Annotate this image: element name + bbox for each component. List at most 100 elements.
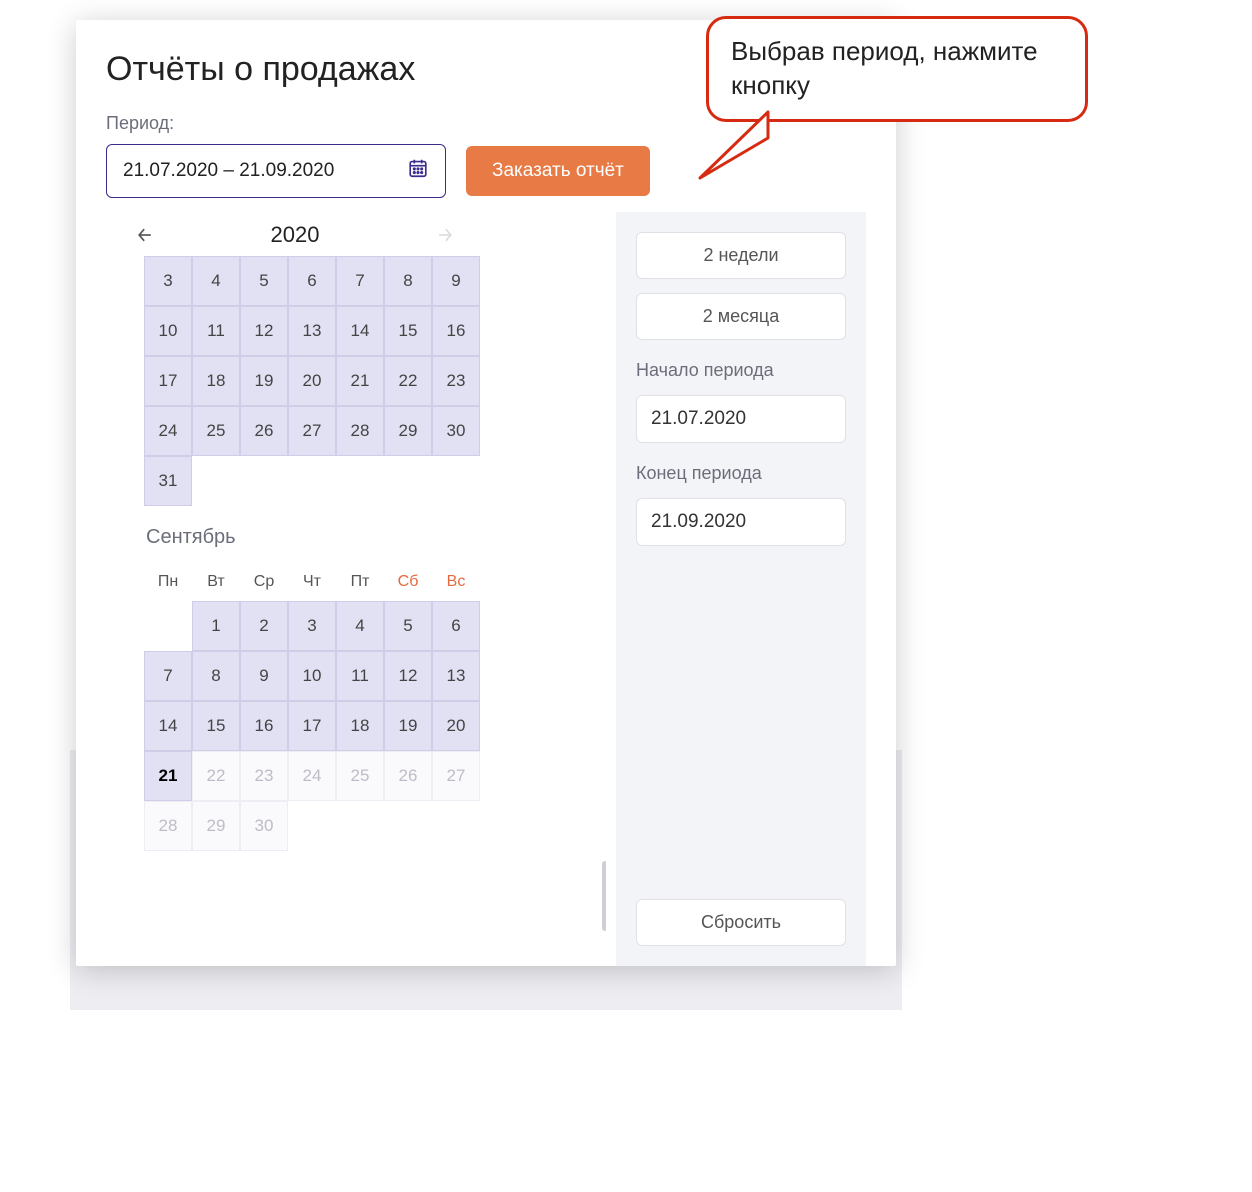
calendar-day[interactable]: 15 [384, 306, 432, 356]
calendar-day: 27 [432, 751, 480, 801]
calendar-day[interactable]: 16 [240, 701, 288, 751]
calendar-day[interactable]: 20 [432, 701, 480, 751]
calendar-day[interactable]: 21 [336, 356, 384, 406]
calendar-day [336, 456, 384, 506]
period-end-label: Конец периода [636, 463, 846, 484]
calendar-day: 26 [384, 751, 432, 801]
calendar-day[interactable]: 17 [144, 356, 192, 406]
calendar-day[interactable]: 13 [288, 306, 336, 356]
weekday-label: Чт [288, 563, 336, 601]
calendar-day[interactable]: 22 [384, 356, 432, 406]
date-range-value: 21.07.2020 – 21.09.2020 [123, 160, 334, 182]
calendar-day[interactable]: 17 [288, 701, 336, 751]
calendar-day[interactable]: 12 [384, 651, 432, 701]
calendar-day[interactable]: 8 [384, 256, 432, 306]
calendar-icon [407, 157, 429, 185]
weekday-label: Ср [240, 563, 288, 601]
calendar-day[interactable]: 25 [192, 406, 240, 456]
calendar-day[interactable]: 3 [288, 601, 336, 651]
calendar-area: 2020 34567891011121314151617181920212223… [106, 212, 616, 966]
calendar-day[interactable]: 9 [240, 651, 288, 701]
date-picker-popup: 2020 34567891011121314151617181920212223… [106, 212, 866, 966]
date-picker-sidebar: 2 недели 2 месяца Начало периода 21.07.2… [616, 212, 866, 966]
scrollbar-thumb[interactable] [602, 861, 606, 931]
calendar-day[interactable]: 18 [192, 356, 240, 406]
calendar-day[interactable]: 7 [336, 256, 384, 306]
calendar-day[interactable]: 26 [240, 406, 288, 456]
calendar-day[interactable]: 21 [144, 751, 192, 801]
year-row: 2020 [126, 222, 496, 256]
calendar-day[interactable]: 18 [336, 701, 384, 751]
calendar-day[interactable]: 1 [192, 601, 240, 651]
callout-bubble: Выбрав период, нажмите кнопку [706, 16, 1088, 122]
weekday-label: Пн [144, 563, 192, 601]
calendar-day[interactable]: 2 [240, 601, 288, 651]
calendar-day[interactable]: 29 [384, 406, 432, 456]
calendar-day[interactable]: 30 [432, 406, 480, 456]
calendar-day[interactable]: 24 [144, 406, 192, 456]
calendar-day[interactable]: 28 [336, 406, 384, 456]
calendar-day[interactable]: 10 [288, 651, 336, 701]
callout-text: Выбрав период, нажмите кнопку [731, 36, 1038, 100]
preset-2-months-button[interactable]: 2 месяца [636, 293, 846, 340]
calendar-day[interactable]: 14 [336, 306, 384, 356]
calendar-day[interactable]: 15 [192, 701, 240, 751]
calendar-day[interactable]: 5 [240, 256, 288, 306]
weekday-label: Вс [432, 563, 480, 601]
preset-2-weeks-button[interactable]: 2 недели [636, 232, 846, 279]
period-start-label: Начало периода [636, 360, 846, 381]
august-grid: 3456789101112131415161718192021222324252… [144, 256, 594, 506]
calendar-day[interactable]: 6 [432, 601, 480, 651]
year-value: 2020 [271, 222, 320, 248]
calendar-day[interactable]: 5 [384, 601, 432, 651]
calendar-day [432, 456, 480, 506]
next-year-arrow-icon [434, 224, 456, 246]
calendar-day: 28 [144, 801, 192, 851]
weekday-label: Вт [192, 563, 240, 601]
calendar-day: 30 [240, 801, 288, 851]
calendar-day: 24 [288, 751, 336, 801]
calendar-day[interactable]: 14 [144, 701, 192, 751]
callout-tail-icon [690, 108, 770, 188]
calendar-day[interactable]: 4 [336, 601, 384, 651]
calendar-day[interactable]: 12 [240, 306, 288, 356]
period-end-input[interactable]: 21.09.2020 [636, 498, 846, 546]
sales-reports-panel: Отчёты о продажах Период: 21.07.2020 – 2… [76, 20, 896, 966]
calendar-day[interactable]: 19 [384, 701, 432, 751]
order-report-button[interactable]: Заказать отчёт [466, 146, 650, 196]
calendar-day[interactable]: 31 [144, 456, 192, 506]
calendar-day[interactable]: 16 [432, 306, 480, 356]
calendar-day[interactable]: 27 [288, 406, 336, 456]
reset-button[interactable]: Сбросить [636, 899, 846, 946]
date-range-input[interactable]: 21.07.2020 – 21.09.2020 [106, 144, 446, 198]
calendar-day: 23 [240, 751, 288, 801]
calendar-day[interactable]: 20 [288, 356, 336, 406]
calendar-day [192, 456, 240, 506]
calendar-scroll[interactable]: 3456789101112131415161718192021222324252… [126, 256, 606, 956]
calendar-day [288, 456, 336, 506]
weekday-label: Пт [336, 563, 384, 601]
calendar-day: 22 [192, 751, 240, 801]
month-name: Сентябрь [144, 506, 480, 563]
calendar-day[interactable]: 10 [144, 306, 192, 356]
calendar-day[interactable]: 4 [192, 256, 240, 306]
calendar-day[interactable]: 7 [144, 651, 192, 701]
calendar-day: 25 [336, 751, 384, 801]
calendar-day[interactable]: 11 [336, 651, 384, 701]
weekday-label: Сб [384, 563, 432, 601]
prev-year-arrow-icon[interactable] [134, 224, 156, 246]
calendar-day[interactable]: 3 [144, 256, 192, 306]
calendar-day[interactable]: 11 [192, 306, 240, 356]
calendar-day[interactable]: 8 [192, 651, 240, 701]
calendar-day[interactable]: 19 [240, 356, 288, 406]
calendar-day[interactable]: 9 [432, 256, 480, 306]
period-start-input[interactable]: 21.07.2020 [636, 395, 846, 443]
calendar-day [240, 456, 288, 506]
calendar-day[interactable]: 13 [432, 651, 480, 701]
calendar-day [144, 601, 192, 651]
calendar-day: 29 [192, 801, 240, 851]
calendar-day [384, 456, 432, 506]
september-grid: Сентябрь ПнВтСрЧтПтСбВс12345678910111213… [144, 506, 594, 851]
calendar-day[interactable]: 23 [432, 356, 480, 406]
calendar-day[interactable]: 6 [288, 256, 336, 306]
